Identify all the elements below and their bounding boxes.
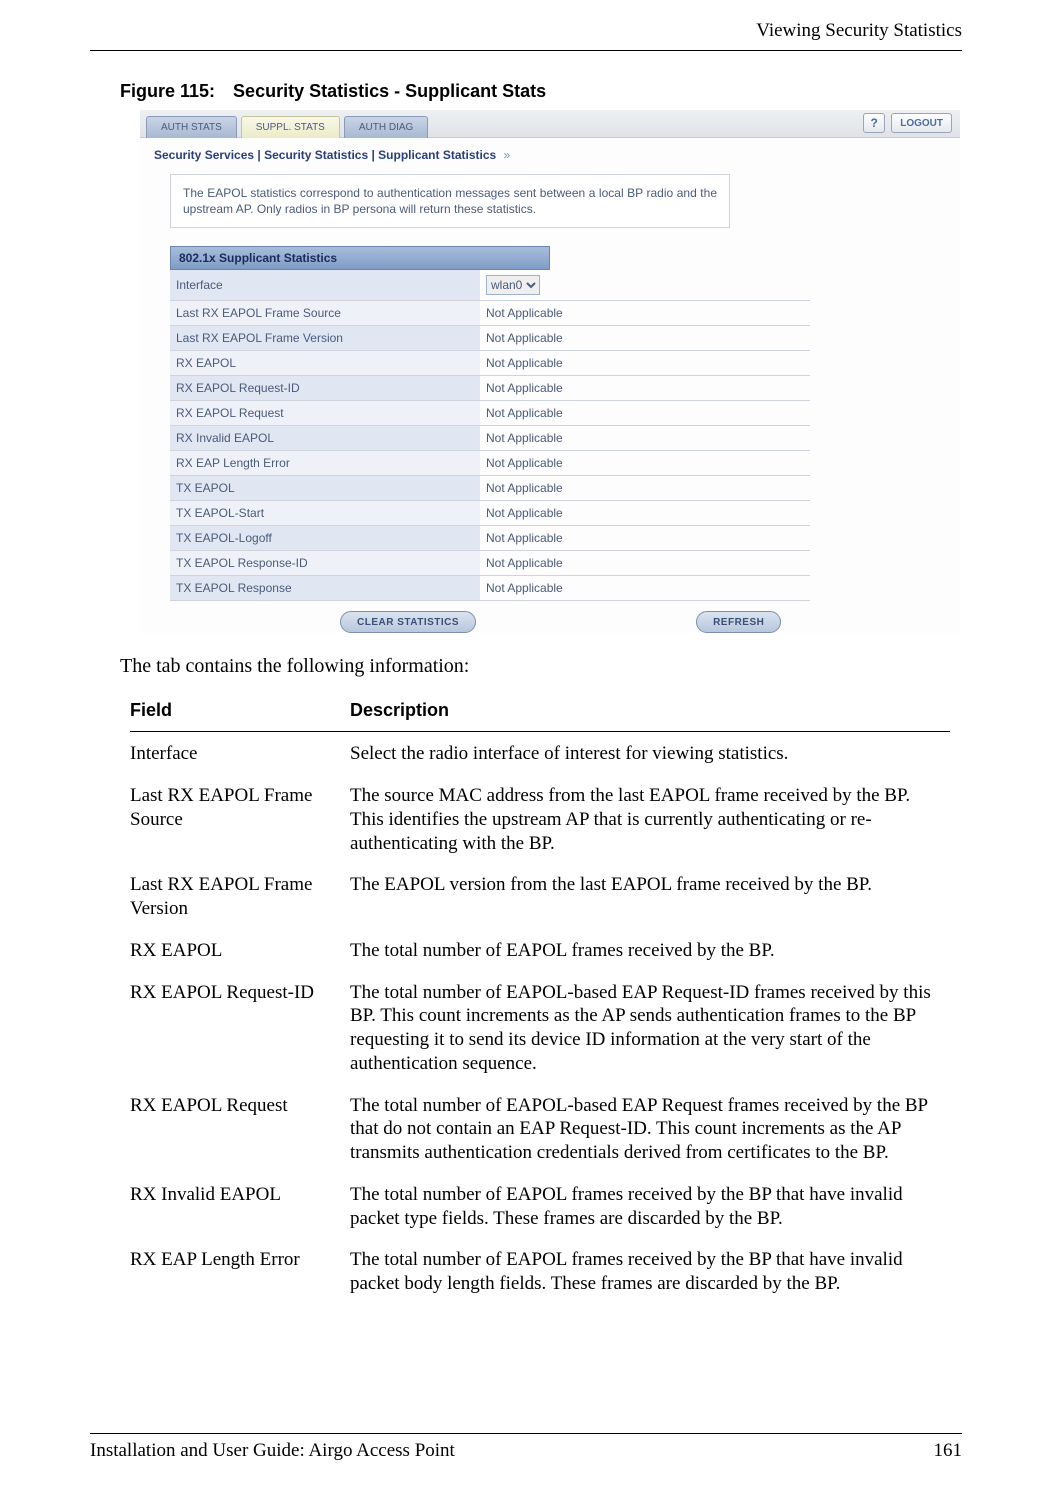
figure-number: Figure 115: [120,81,215,101]
row-label: TX EAPOL-Logoff [170,526,480,551]
header-rule [90,50,962,51]
desc-field: Interface [130,732,350,774]
row-value: Not Applicable [480,451,810,476]
row-value: Not Applicable [480,326,810,351]
tab-auth-stats[interactable]: AUTH STATS [146,116,237,138]
row-value: Not Applicable [480,551,810,576]
breadcrumb: Security Services | Security Statistics … [140,138,960,168]
table-row: TX EAPOL-StartNot Applicable [170,501,810,526]
table-row: Last RX EAPOL Frame SourceNot Applicable [170,301,810,326]
row-value: Not Applicable [480,301,810,326]
row-label: TX EAPOL Response [170,576,480,601]
desc-field: RX EAPOL Request [130,1084,350,1173]
desc-text: Select the radio interface of interest f… [350,732,950,774]
desc-field: Last RX EAPOL Frame Source [130,774,350,863]
row-label: RX EAPOL [170,351,480,376]
desc-text: The source MAC address from the last EAP… [350,774,950,863]
table-row: TX EAPOL ResponseNot Applicable [170,576,810,601]
footer-rule [90,1433,962,1434]
row-value: Not Applicable [480,526,810,551]
row-value: Not Applicable [480,426,810,451]
row-label: Last RX EAPOL Frame Source [170,301,480,326]
table-row: RX EAPOL RequestNot Applicable [170,401,810,426]
interface-select[interactable]: wlan0 [486,275,540,295]
table-row: Last RX EAPOL Frame VersionNot Applicabl… [170,326,810,351]
desc-text: The EAPOL version from the last EAPOL fr… [350,863,950,929]
table-row: TX EAPOLNot Applicable [170,476,810,501]
figure-title: Security Statistics - Supplicant Stats [233,81,546,101]
row-value: Not Applicable [480,376,810,401]
stats-table: Interface wlan0 Last RX EAPOL Frame Sour… [170,270,810,601]
desc-text: The total number of EAPOL frames receive… [350,929,950,971]
row-label: Interface [170,270,480,301]
page-header-section: Viewing Security Statistics [90,20,962,50]
table-row: RX EAP Length ErrorNot Applicable [170,451,810,476]
section-title: 802.1x Supplicant Statistics [170,246,550,270]
table-row: Last RX EAPOL Frame VersionThe EAPOL ver… [130,863,950,929]
desc-text: The total number of EAPOL-based EAP Requ… [350,971,950,1084]
refresh-button[interactable]: REFRESH [696,611,781,633]
tab-auth-diag[interactable]: AUTH DIAG [344,116,428,138]
description-table: Field Description InterfaceSelect the ra… [130,692,950,1304]
desc-field: Last RX EAPOL Frame Version [130,863,350,929]
row-value: Not Applicable [480,576,810,601]
desc-header-desc: Description [350,692,950,732]
breadcrumb-arrow-icon: » [504,148,511,162]
row-label: TX EAPOL Response-ID [170,551,480,576]
desc-field: RX Invalid EAPOL [130,1173,350,1239]
table-row: RX EAPOL Request-IDNot Applicable [170,376,810,401]
table-row: RX EAPOLNot Applicable [170,351,810,376]
tab-bar: AUTH STATS SUPPL. STATS AUTH DIAG ? LOGO… [140,110,960,138]
row-label: RX Invalid EAPOL [170,426,480,451]
row-value: Not Applicable [480,501,810,526]
figure-caption: Figure 115: Security Statistics - Supplic… [120,81,962,102]
clear-statistics-button[interactable]: CLEAR STATISTICS [340,611,476,633]
desc-text: The total number of EAPOL frames receive… [350,1238,950,1304]
page-footer: Installation and User Guide: Airgo Acces… [90,1433,962,1462]
table-row: TX EAPOL-LogoffNot Applicable [170,526,810,551]
breadcrumb-text: Security Services | Security Statistics … [154,148,496,162]
row-label: Last RX EAPOL Frame Version [170,326,480,351]
tab-suppl-stats[interactable]: SUPPL. STATS [241,116,340,138]
footer-left: Installation and User Guide: Airgo Acces… [90,1440,455,1462]
row-label: RX EAPOL Request-ID [170,376,480,401]
row-value: Not Applicable [480,476,810,501]
table-row: InterfaceSelect the radio interface of i… [130,732,950,774]
table-row: Interface wlan0 [170,270,810,301]
table-row: RX EAPOL RequestThe total number of EAPO… [130,1084,950,1173]
info-box: The EAPOL statistics correspond to authe… [170,174,730,228]
table-row: RX Invalid EAPOLNot Applicable [170,426,810,451]
table-row: Last RX EAPOL Frame SourceThe source MAC… [130,774,950,863]
row-label: TX EAPOL-Start [170,501,480,526]
footer-page-number: 161 [934,1440,963,1462]
row-label: RX EAPOL Request [170,401,480,426]
help-button[interactable]: ? [863,113,885,133]
logout-button[interactable]: LOGOUT [891,113,952,133]
desc-field: RX EAP Length Error [130,1238,350,1304]
desc-field: RX EAPOL Request-ID [130,971,350,1084]
screenshot-panel: AUTH STATS SUPPL. STATS AUTH DIAG ? LOGO… [140,110,960,633]
row-label: TX EAPOL [170,476,480,501]
desc-text: The total number of EAPOL-based EAP Requ… [350,1084,950,1173]
table-row: RX EAPOL Request-IDThe total number of E… [130,971,950,1084]
desc-text: The total number of EAPOL frames receive… [350,1173,950,1239]
table-row: RX Invalid EAPOLThe total number of EAPO… [130,1173,950,1239]
table-row: RX EAPOLThe total number of EAPOL frames… [130,929,950,971]
row-value: Not Applicable [480,401,810,426]
row-label: RX EAP Length Error [170,451,480,476]
button-row: CLEAR STATISTICS REFRESH [170,611,930,633]
table-row: TX EAPOL Response-IDNot Applicable [170,551,810,576]
desc-field: RX EAPOL [130,929,350,971]
row-value: wlan0 [480,270,810,301]
body-intro-text: The tab contains the following informati… [120,655,962,678]
table-row: RX EAP Length ErrorThe total number of E… [130,1238,950,1304]
desc-header-field: Field [130,692,350,732]
row-value: Not Applicable [480,351,810,376]
